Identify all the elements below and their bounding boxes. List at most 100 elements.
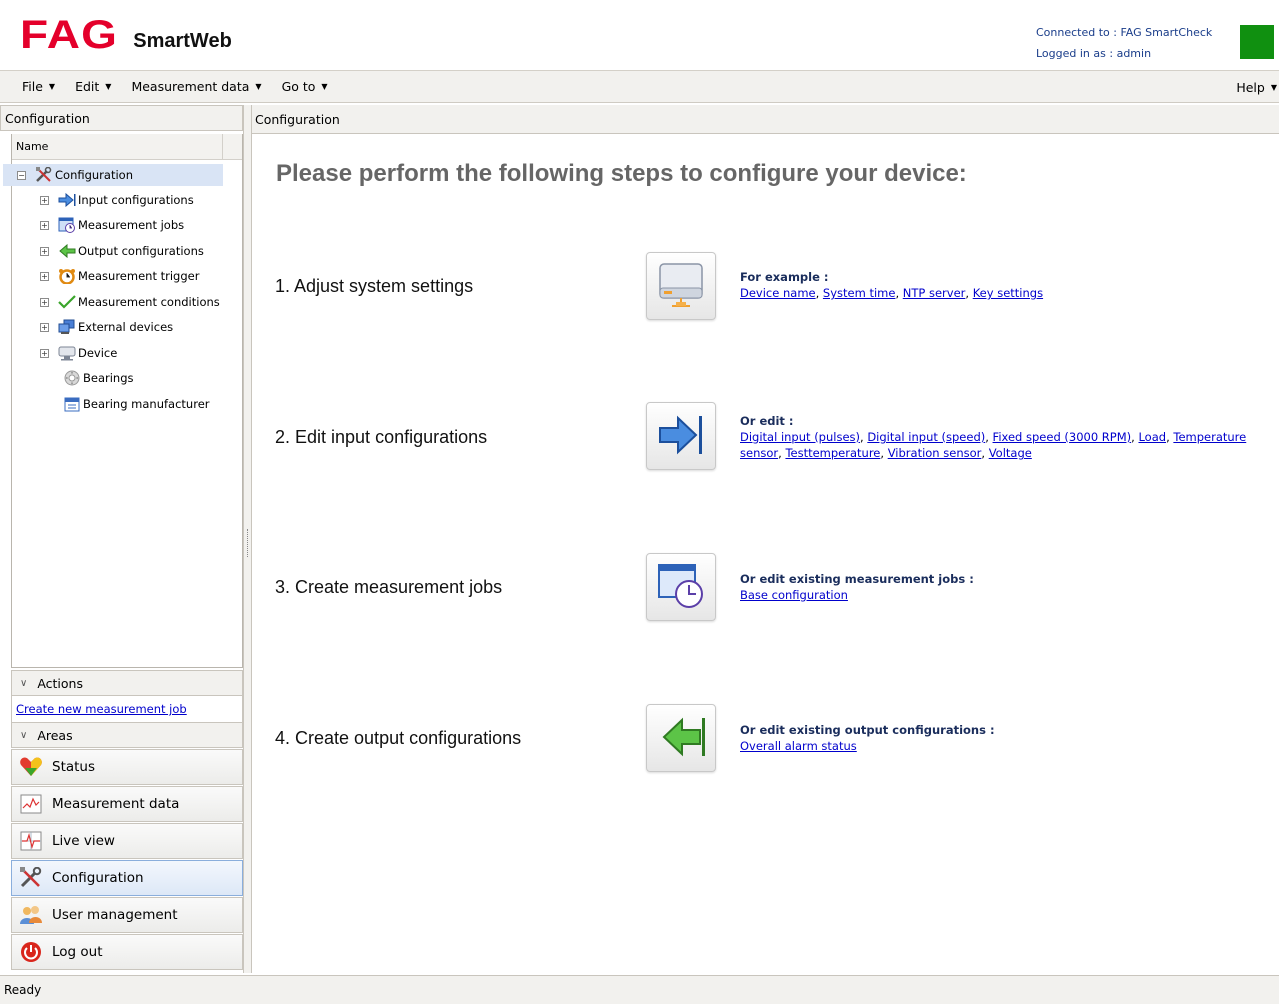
collapse-icon[interactable]: − xyxy=(17,170,26,180)
area-user-management-button[interactable]: User management xyxy=(11,897,243,933)
menu-go-to-label: Go to xyxy=(281,79,316,94)
menu-go-to[interactable]: Go to ▼ xyxy=(272,71,338,102)
tree-item-measurement-trigger[interactable]: + Measurement trigger xyxy=(40,265,199,287)
tree-item-label: Output configurations xyxy=(78,244,204,258)
area-live-view-label: Live view xyxy=(52,833,115,849)
chevron-down-icon: ∨ xyxy=(20,729,28,741)
tree-item-input-configurations[interactable]: + Input configurations xyxy=(40,189,194,211)
heart-status-icon xyxy=(18,755,44,779)
base-configuration-link[interactable]: Base configuration xyxy=(740,588,848,602)
panel-splitter[interactable] xyxy=(243,105,252,973)
config-tree: Name − Configuration + Input configurati… xyxy=(3,134,243,668)
step-2-links: Digital input (pulses), Digital input (s… xyxy=(740,430,1247,460)
step-2-title: 2. Edit input configurations xyxy=(275,427,488,447)
sidebar-lower: ∨ Actions Create new measurement job ∨ A… xyxy=(11,670,243,970)
logo: FAG SmartWeb xyxy=(20,15,232,55)
expand-icon[interactable]: + xyxy=(40,195,49,205)
tree-item-measurement-conditions[interactable]: + Measurement conditions xyxy=(40,291,220,313)
load-link[interactable]: Load xyxy=(1138,430,1166,444)
area-status-button[interactable]: Status xyxy=(11,749,243,785)
menu-measurement-data[interactable]: Measurement data ▼ xyxy=(121,71,271,102)
menu-file[interactable]: File ▼ xyxy=(0,71,65,102)
input-configurations-button[interactable] xyxy=(646,402,716,470)
digital-input-speed-link[interactable]: Digital input (speed) xyxy=(867,430,985,444)
chevron-down-icon: ▼ xyxy=(255,82,262,91)
menu-edit-label: Edit xyxy=(75,79,100,94)
hard-drive-icon xyxy=(654,260,708,313)
vibration-sensor-link[interactable]: Vibration sensor xyxy=(888,446,982,460)
status-bar: Ready xyxy=(0,975,1279,1004)
menu-help[interactable]: Help ▼ xyxy=(1236,71,1277,103)
checkmark-icon xyxy=(58,294,76,310)
logged-in-text: Logged in as : admin xyxy=(1036,47,1152,60)
step-2-details: Or edit : Digital input (pulses), Digita… xyxy=(740,413,1250,461)
area-configuration-button[interactable]: Configuration xyxy=(11,860,243,896)
testtemperature-link[interactable]: Testtemperature xyxy=(785,446,880,460)
device-name-link[interactable]: Device name xyxy=(740,286,816,300)
digital-input-pulses-link[interactable]: Digital input (pulses) xyxy=(740,430,860,444)
step-1-label: For example : xyxy=(740,270,829,284)
area-measurement-data-label: Measurement data xyxy=(52,796,180,812)
arrow-right-icon xyxy=(656,413,706,460)
expand-icon[interactable]: + xyxy=(40,220,49,230)
chevron-down-icon: ▼ xyxy=(1270,82,1277,92)
create-measurement-job-link[interactable]: Create new measurement job xyxy=(16,702,187,716)
output-configurations-button[interactable] xyxy=(646,704,716,772)
area-measurement-data-button[interactable]: Measurement data xyxy=(11,786,243,822)
step-1-links: Device name, System time, NTP server, Ke… xyxy=(740,286,1044,300)
alarm-clock-icon xyxy=(58,268,76,284)
chevron-down-icon: ▼ xyxy=(105,82,112,91)
area-log-out-button[interactable]: Log out xyxy=(11,934,243,970)
system-settings-button[interactable] xyxy=(646,252,716,320)
actions-header-label: Actions xyxy=(37,675,83,691)
key-settings-link[interactable]: Key settings xyxy=(973,286,1043,300)
step-4-details: Or edit existing output configurations :… xyxy=(740,722,1250,754)
system-time-link[interactable]: System time xyxy=(823,286,896,300)
tree-item-measurement-jobs[interactable]: + Measurement jobs xyxy=(40,214,184,236)
tree-item-output-configurations[interactable]: + Output configurations xyxy=(40,240,204,262)
expand-icon[interactable]: + xyxy=(40,246,49,256)
chevron-down-icon: ∨ xyxy=(20,677,28,689)
expand-icon[interactable]: + xyxy=(40,297,49,307)
clock-window-icon xyxy=(58,217,76,233)
splitter-grip-icon[interactable] xyxy=(247,529,249,557)
tree-column-header[interactable]: Name xyxy=(12,134,242,160)
connection-status-indicator xyxy=(1240,25,1274,59)
menu-help-label: Help xyxy=(1236,79,1265,95)
areas-header-label: Areas xyxy=(37,727,73,743)
main-content: Configuration Please perform the followi… xyxy=(252,105,1279,973)
top-header: FAG SmartWeb Connected to : FAG SmartChe… xyxy=(0,0,1279,71)
overall-alarm-status-link[interactable]: Overall alarm status xyxy=(740,739,857,753)
voltage-link[interactable]: Voltage xyxy=(989,446,1032,460)
step-1-details: For example : Device name, System time, … xyxy=(740,269,1250,301)
expand-icon[interactable]: + xyxy=(40,348,49,358)
tree-item-bearings[interactable]: Bearings xyxy=(63,367,134,389)
expand-icon[interactable]: + xyxy=(40,271,49,281)
logo-product: SmartWeb xyxy=(133,30,232,52)
ntp-server-link[interactable]: NTP server xyxy=(903,286,966,300)
area-live-view-button[interactable]: Live view xyxy=(11,823,243,859)
tree-item-label: Configuration xyxy=(55,168,133,182)
tree-item-external-devices[interactable]: + External devices xyxy=(40,316,173,338)
menu-measurement-data-label: Measurement data xyxy=(131,79,250,94)
tree-item-label: Bearings xyxy=(83,371,134,385)
tree-item-bearing-manufacturer[interactable]: Bearing manufacturer xyxy=(63,393,210,415)
expand-icon[interactable]: + xyxy=(40,322,49,332)
tree-item-device[interactable]: + Device xyxy=(40,342,117,364)
main-header: Configuration xyxy=(252,105,1279,134)
actions-list: Create new measurement job xyxy=(11,696,243,722)
menu-edit[interactable]: Edit ▼ xyxy=(65,71,121,102)
arrow-left-icon xyxy=(58,243,76,259)
tree-item-label: Input configurations xyxy=(78,193,194,207)
measurement-jobs-button[interactable] xyxy=(646,553,716,621)
actions-header[interactable]: ∨ Actions xyxy=(11,670,243,696)
tree-item-label: Device xyxy=(78,346,118,360)
areas-header[interactable]: ∨ Areas xyxy=(11,722,243,748)
area-configuration-label: Configuration xyxy=(52,870,144,886)
chevron-down-icon: ▼ xyxy=(321,82,328,91)
connection-info: Connected to : FAG SmartCheck Logged in … xyxy=(1036,22,1212,64)
tree-item-configuration[interactable]: − Configuration xyxy=(3,164,223,186)
page-title: Please perform the following steps to co… xyxy=(276,160,967,187)
tools-icon xyxy=(35,167,53,183)
fixed-speed-link[interactable]: Fixed speed (3000 RPM) xyxy=(993,430,1132,444)
